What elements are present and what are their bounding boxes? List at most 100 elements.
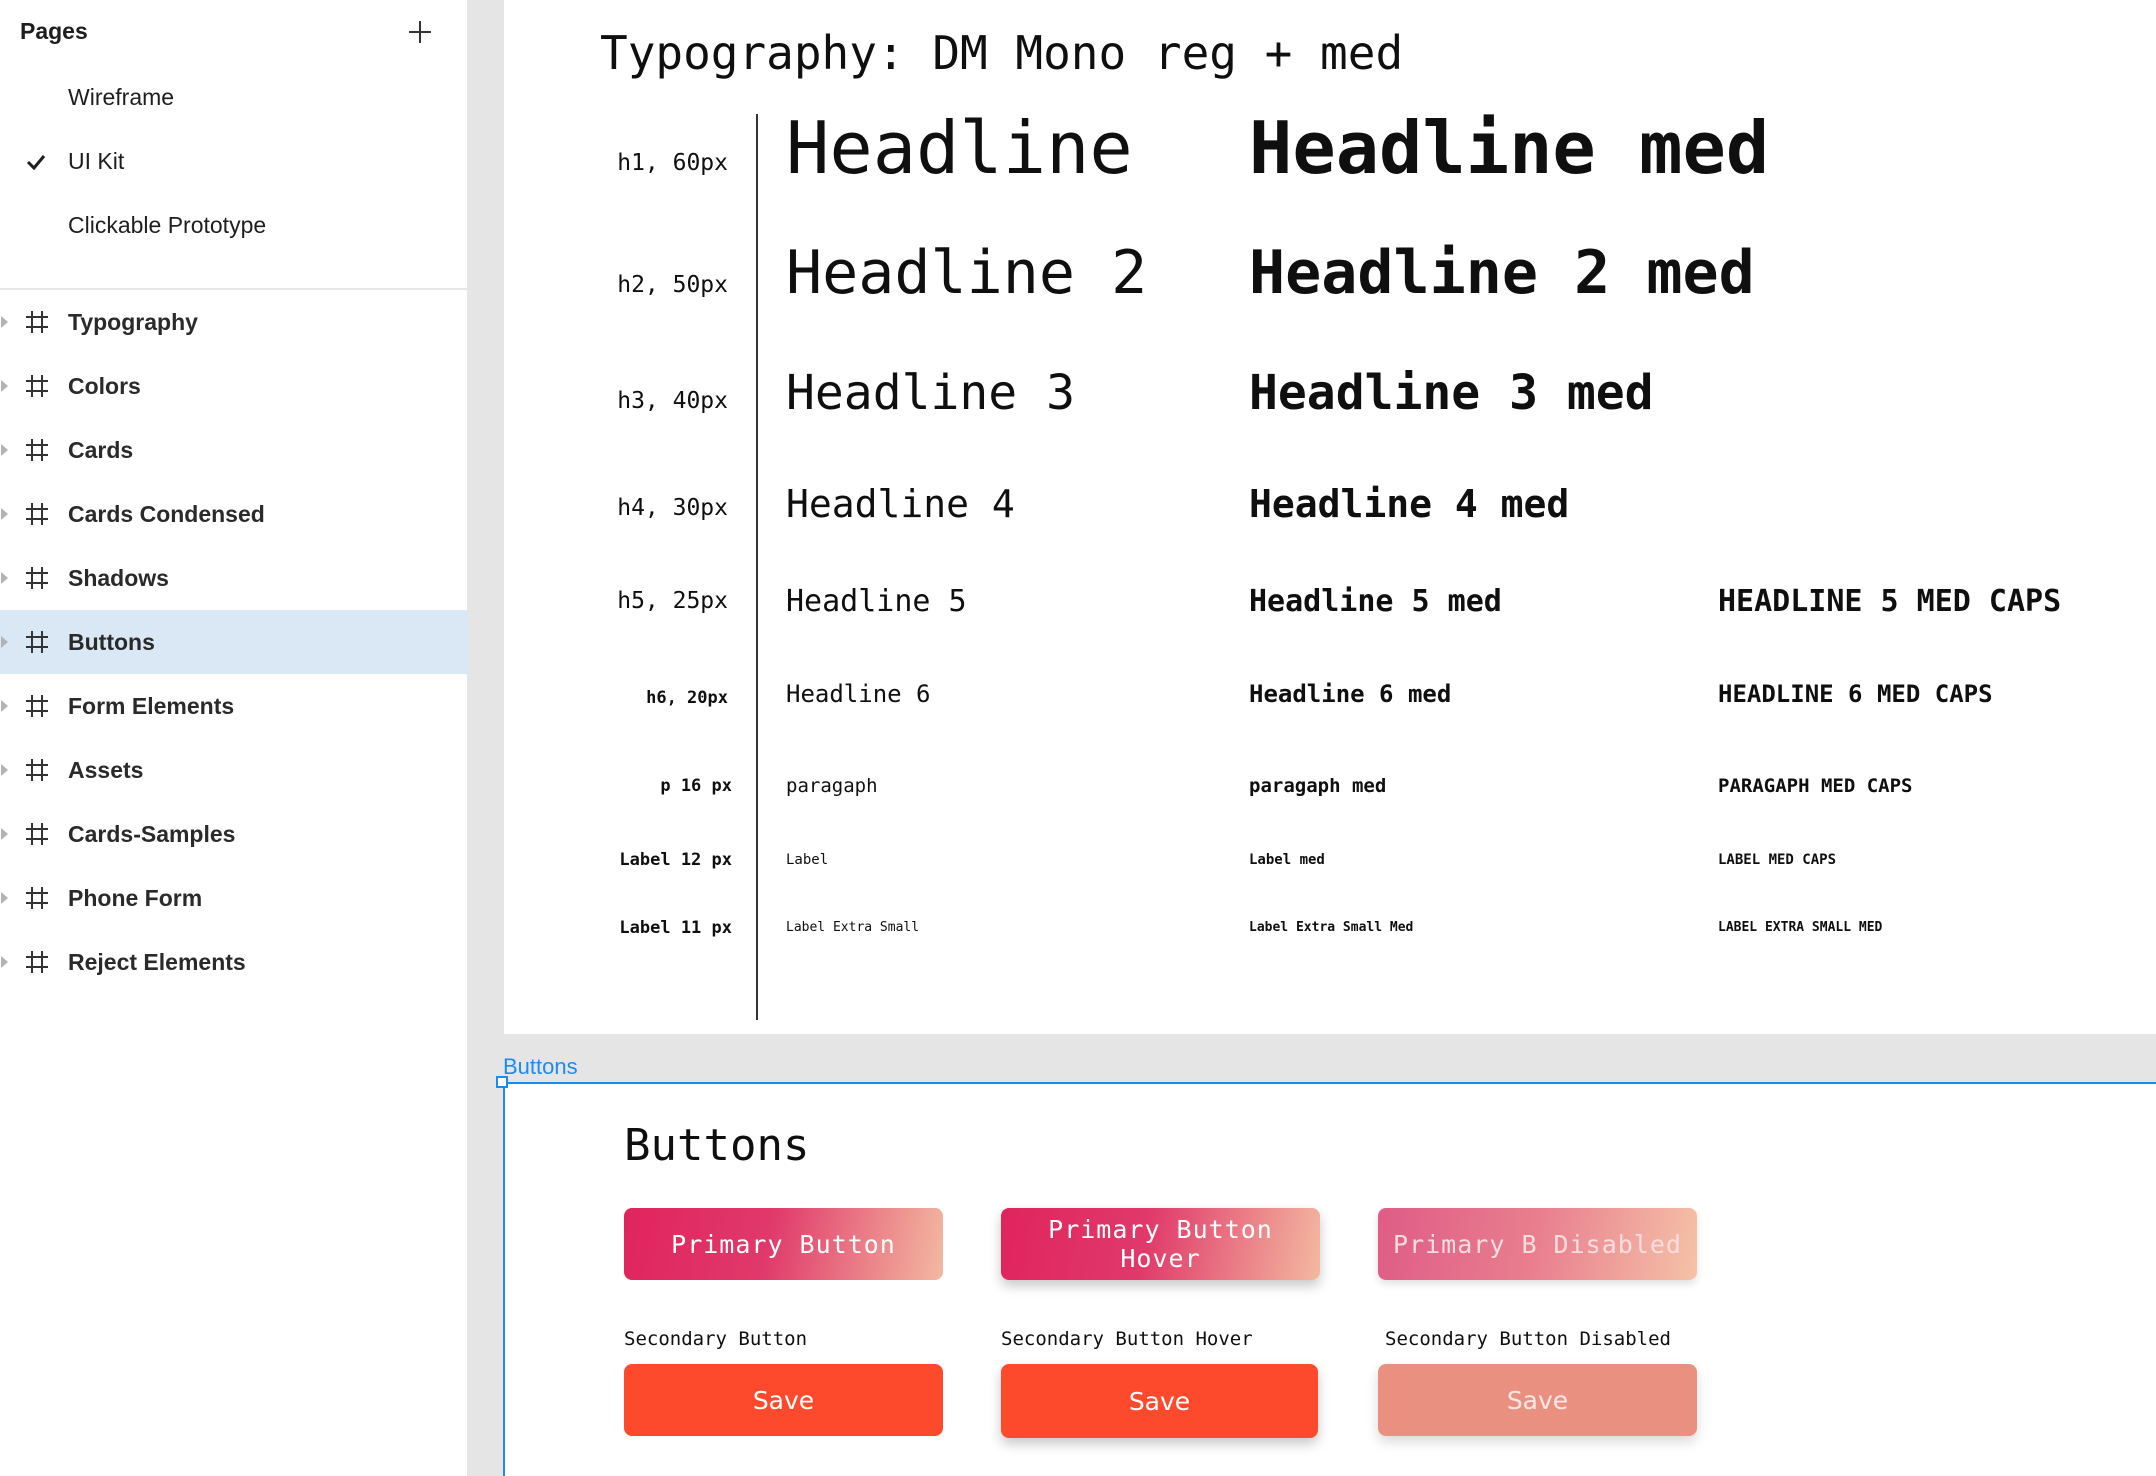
type-row-label: h3, 40px: [617, 388, 728, 414]
hash-frame-icon: [26, 311, 48, 333]
primary-button[interactable]: Primary Button: [624, 1208, 943, 1280]
type-sample-regular: Headline 5: [786, 584, 967, 619]
secondary-save-button-hover[interactable]: Save: [1001, 1364, 1318, 1438]
layer-item-shadows[interactable]: Shadows: [0, 546, 468, 610]
type-row-label: Label 12 px: [619, 850, 732, 870]
hash-frame-icon: [26, 823, 48, 845]
secondary-save-button[interactable]: Save: [624, 1364, 943, 1436]
secondary-save-button-disabled: Save: [1378, 1364, 1697, 1436]
layer-item-colors[interactable]: Colors: [0, 354, 468, 418]
type-row-label: h4, 30px: [617, 495, 728, 521]
check-icon: [26, 155, 46, 171]
caret-right-icon[interactable]: [1, 508, 8, 520]
layer-item-label: Phone Form: [68, 885, 203, 911]
primary-button-hover[interactable]: Primary Button Hover: [1001, 1208, 1320, 1280]
layer-item-cards-condensed[interactable]: Cards Condensed: [0, 482, 468, 546]
layer-item-typography[interactable]: Typography: [0, 290, 468, 354]
layer-item-label: Shadows: [68, 565, 169, 591]
layer-item-label: Cards-Samples: [68, 821, 236, 847]
layer-item-label: Form Elements: [68, 693, 235, 719]
hash-frame-icon: [26, 887, 48, 909]
plus-icon[interactable]: [404, 16, 436, 48]
type-sample-medium: Headline 2 med: [1249, 238, 1755, 308]
caret-right-icon[interactable]: [1, 636, 8, 648]
type-sample-medium: Headline 5 med: [1249, 584, 1502, 619]
hash-frame-icon: [26, 695, 48, 717]
type-sample-regular: Headline 4: [786, 482, 1015, 526]
hash-frame-icon: [26, 567, 48, 589]
type-row-label: h1, 60px: [617, 150, 728, 176]
type-sample-regular: Headline 6: [786, 680, 931, 708]
caret-right-icon[interactable]: [1, 444, 8, 456]
pages-title: Pages: [20, 18, 88, 44]
layer-item-cards-samples[interactable]: Cards-Samples: [0, 802, 468, 866]
caret-right-icon[interactable]: [1, 892, 8, 904]
layer-item-label: Typography: [68, 309, 198, 335]
secondary-button-hover-caption: Secondary Button Hover: [1001, 1328, 1253, 1350]
page-item-wireframe[interactable]: Wireframe: [0, 68, 468, 128]
hash-frame-icon: [26, 503, 48, 525]
hash-frame-icon: [26, 759, 48, 781]
type-sample-medium: paragaph med: [1249, 775, 1387, 797]
type-row-label: p 16 px: [660, 776, 732, 796]
layer-item-reject-elements[interactable]: Reject Elements: [0, 930, 468, 994]
type-sample-medium: Headline 6 med: [1249, 680, 1452, 708]
type-sample-medium: Headline med: [1249, 106, 1770, 190]
type-sample-medium-caps: LABEL EXTRA SMALL MED: [1718, 920, 1883, 935]
page-item-ui-kit[interactable]: UI Kit: [0, 132, 468, 192]
primary-button-disabled: Primary B Disabled: [1378, 1208, 1697, 1280]
caret-right-icon[interactable]: [1, 764, 8, 776]
type-sample-medium: Headline 3 med: [1249, 365, 1654, 421]
secondary-button-disabled-caption: Secondary Button Disabled: [1385, 1328, 1671, 1350]
type-sample-medium-caps: LABEL MED CAPS: [1718, 852, 1837, 868]
layer-item-cards[interactable]: Cards: [0, 418, 468, 482]
caret-right-icon[interactable]: [1, 316, 8, 328]
page-item-clickable-prototype[interactable]: Clickable Prototype: [0, 196, 468, 256]
page-item-label: Clickable Prototype: [68, 212, 267, 238]
type-row-label: h5, 25px: [617, 588, 728, 614]
layer-item-assets[interactable]: Assets: [0, 738, 468, 802]
layers-sidebar: Pages Wireframe UI Kit Clickable Prototy…: [0, 0, 468, 1476]
typography-frame[interactable]: Typography: DM Mono reg + med h1, 60px He…: [504, 0, 2156, 1034]
type-row-label: h2, 50px: [617, 272, 728, 298]
typography-title: Typography: DM Mono reg + med: [600, 26, 1404, 80]
caret-right-icon[interactable]: [1, 380, 8, 392]
layer-item-label: Reject Elements: [68, 949, 246, 975]
buttons-frame[interactable]: Buttons Primary Button Primary Button Ho…: [503, 1082, 2156, 1476]
layer-item-buttons[interactable]: Buttons: [0, 610, 468, 674]
type-sample-medium: Label med: [1249, 852, 1325, 868]
type-sample-regular: Label: [786, 852, 829, 868]
selection-handle[interactable]: [496, 1076, 508, 1088]
type-sample-medium: Label Extra Small Med: [1249, 920, 1414, 935]
page-item-label: Wireframe: [68, 84, 175, 110]
buttons-frame-label[interactable]: Buttons: [503, 1054, 578, 1080]
layer-item-form-elements[interactable]: Form Elements: [0, 674, 468, 738]
caret-right-icon[interactable]: [1, 828, 8, 840]
layer-item-label: Cards: [68, 437, 134, 463]
caret-right-icon[interactable]: [1, 700, 8, 712]
layer-item-label: Colors: [68, 373, 141, 399]
type-sample-regular: Headline 3: [786, 365, 1075, 421]
type-sample-regular: Label Extra Small: [786, 920, 920, 935]
type-sample-medium-caps: HEADLINE 6 MED CAPS: [1718, 680, 1993, 708]
typography-divider: [756, 114, 758, 1020]
type-sample-regular: paragaph: [786, 775, 878, 797]
secondary-button-caption: Secondary Button: [624, 1328, 808, 1350]
buttons-title: Buttons: [624, 1120, 810, 1171]
type-sample-medium: Headline 4 med: [1249, 482, 1570, 526]
hash-frame-icon: [26, 375, 48, 397]
type-row-label: h6, 20px: [646, 688, 728, 708]
type-row-label: Label 11 px: [619, 918, 732, 938]
layer-item-label: Buttons: [68, 629, 155, 655]
hash-frame-icon: [26, 951, 48, 973]
type-sample-regular: Headline 2: [786, 238, 1148, 308]
caret-right-icon[interactable]: [1, 956, 8, 968]
layer-item-phone-form[interactable]: Phone Form: [0, 866, 468, 930]
hash-frame-icon: [26, 631, 48, 653]
layer-item-label: Cards Condensed: [68, 501, 265, 527]
type-sample-medium-caps: PARAGAPH MED CAPS: [1718, 775, 1913, 797]
type-sample-regular: Headline: [786, 106, 1133, 190]
caret-right-icon[interactable]: [1, 572, 8, 584]
type-sample-medium-caps: HEADLINE 5 MED CAPS: [1718, 584, 2062, 619]
hash-frame-icon: [26, 439, 48, 461]
